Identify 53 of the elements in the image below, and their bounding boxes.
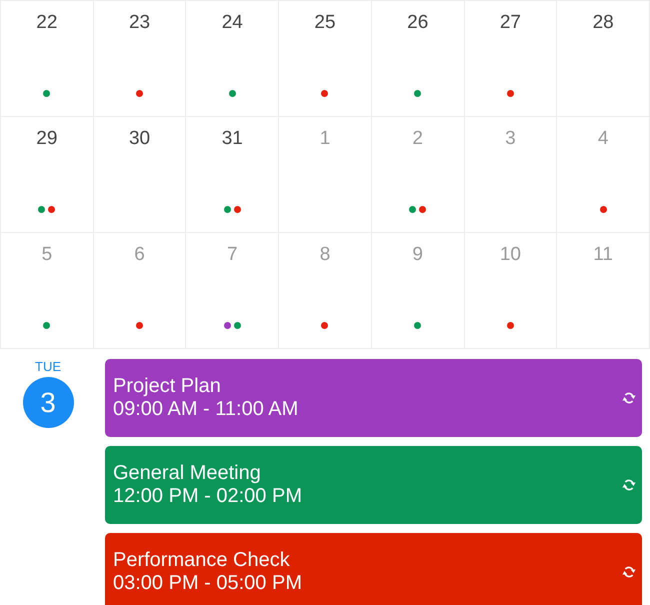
calendar-day-cell[interactable]: 28	[557, 1, 650, 117]
weekday-label: TUE	[35, 359, 61, 375]
event-title: General Meeting	[113, 462, 261, 485]
day-number: 26	[407, 12, 428, 34]
calendar-day-cell[interactable]: 31	[186, 117, 280, 233]
event-title: Performance Check	[113, 549, 290, 572]
day-number: 7	[226, 244, 238, 266]
event-time: 09:00 AM - 11:00 AM	[113, 398, 298, 421]
day-number: 5	[42, 244, 52, 266]
calendar-day-cell[interactable]: 8	[279, 233, 372, 349]
calendar-day-cell[interactable]: 24	[186, 1, 280, 117]
calendar-day-cell[interactable]: 6	[94, 233, 186, 349]
calendar-day-cell[interactable]: 11	[557, 233, 650, 349]
calendar-day-cell[interactable]: 4	[557, 117, 650, 233]
calendar-day-cell[interactable]: 7	[186, 233, 280, 349]
day-number: 23	[128, 12, 150, 34]
calendar-day-cell[interactable]: 26	[372, 1, 465, 117]
calendar-day-cell[interactable]: 27	[464, 1, 558, 117]
day-number: 28	[592, 12, 614, 34]
calendar-day-cell[interactable]: 1	[279, 117, 372, 233]
day-number: 29	[36, 128, 58, 150]
day-number: 31	[222, 128, 243, 150]
event-title: Project Plan	[113, 375, 221, 398]
day-number: 6	[134, 244, 145, 266]
day-number: 25	[314, 12, 336, 34]
selected-day-badge: 3	[22, 377, 74, 428]
day-number: 9	[412, 244, 423, 266]
calendar-day-cell[interactable]: 10	[464, 233, 558, 349]
day-number: 30	[128, 128, 150, 150]
event-card[interactable]: Performance Check 03:00 PM - 05:00 PM	[105, 533, 642, 605]
day-number: 11	[593, 244, 613, 266]
day-number: 1	[320, 128, 330, 150]
day-number: 22	[36, 12, 58, 34]
day-number: 2	[412, 128, 423, 150]
calendar-day-cell[interactable]: 22	[1, 1, 94, 117]
calendar-day-cell[interactable]: 30	[94, 117, 186, 233]
event-time: 12:00 PM - 02:00 PM	[113, 485, 302, 508]
day-number: 4	[598, 128, 608, 150]
calendar-day-cell[interactable]: 9	[372, 233, 465, 349]
day-number: 3	[505, 128, 516, 150]
day-number: 24	[222, 12, 243, 34]
day-number: 8	[320, 244, 330, 266]
calendar-day-cell[interactable]: 25	[279, 1, 372, 117]
calendar-day-cell[interactable]: 5	[1, 233, 94, 349]
calendar-day-cell[interactable]: 3	[464, 117, 558, 233]
calendar-day-cell[interactable]: 23	[94, 1, 186, 117]
event-card[interactable]: Project Plan 09:00 AM - 11:00 AM	[105, 359, 642, 437]
calendar-day-cell[interactable]: 29	[1, 117, 94, 233]
day-number: 27	[500, 12, 521, 34]
event-card[interactable]: General Meeting 12:00 PM - 02:00 PM	[105, 446, 642, 524]
day-number: 10	[500, 244, 521, 266]
event-time: 03:00 PM - 05:00 PM	[113, 572, 302, 595]
calendar-day-cell[interactable]: 2	[372, 117, 465, 233]
